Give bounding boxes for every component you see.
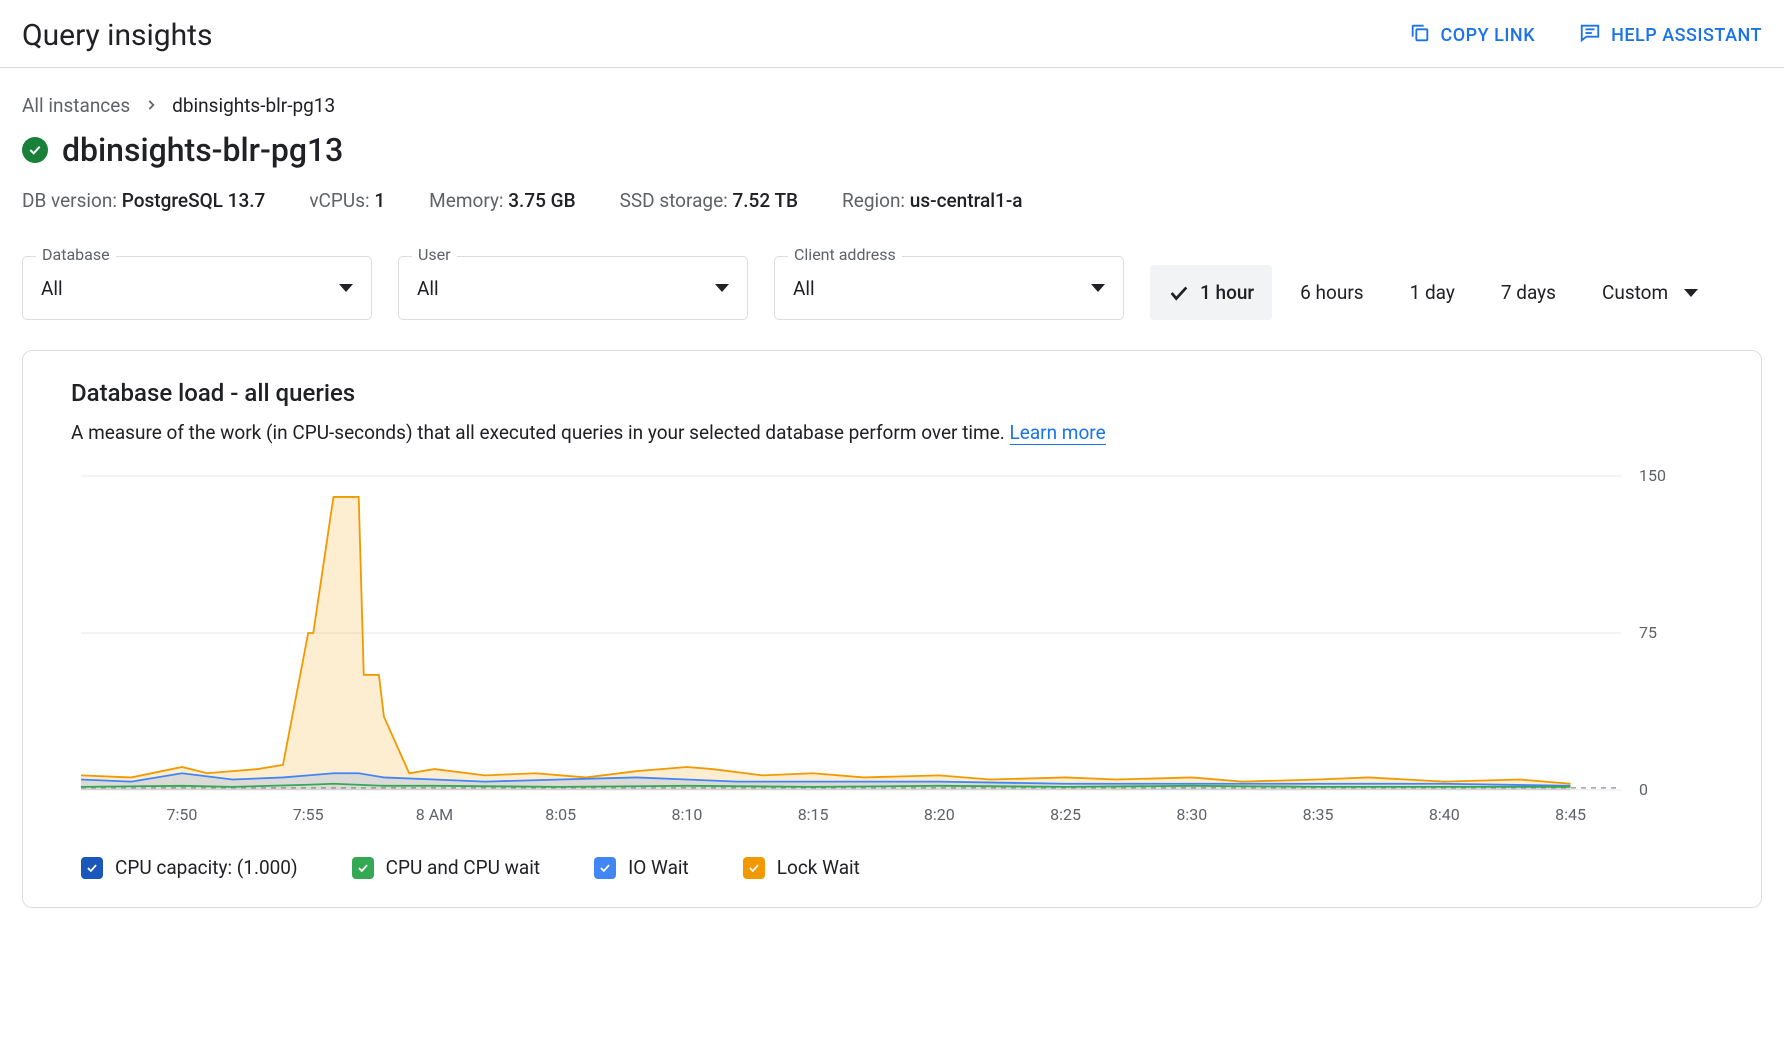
svg-text:8:10: 8:10 bbox=[671, 805, 702, 824]
checkbox-icon bbox=[352, 857, 374, 879]
breadcrumb-root[interactable]: All instances bbox=[22, 94, 130, 117]
dropdown-icon bbox=[715, 284, 729, 292]
checkbox-icon bbox=[81, 857, 103, 879]
meta-memory: Memory: 3.75 GB bbox=[429, 189, 575, 212]
meta-vcpus: vCPUs: 1 bbox=[309, 189, 385, 212]
svg-text:8:45: 8:45 bbox=[1555, 805, 1586, 824]
svg-text:8 AM: 8 AM bbox=[416, 805, 453, 824]
time-range-custom[interactable]: Custom bbox=[1584, 265, 1716, 320]
meta-region: Region: us-central1-a bbox=[842, 189, 1023, 212]
dropdown-icon bbox=[339, 284, 353, 292]
learn-more-link[interactable]: Learn more bbox=[1010, 421, 1106, 445]
breadcrumb: All instances dbinsights-blr-pg13 bbox=[22, 94, 1762, 117]
chart-legend: CPU capacity: (1.000) CPU and CPU wait I… bbox=[71, 856, 1725, 879]
meta-storage: SSD storage: 7.52 TB bbox=[620, 189, 798, 212]
svg-text:8:20: 8:20 bbox=[924, 805, 955, 824]
legend-io-wait[interactable]: IO Wait bbox=[594, 856, 689, 879]
checkbox-icon bbox=[743, 857, 765, 879]
time-range-1-hour[interactable]: 1 hour bbox=[1150, 265, 1272, 320]
database-filter-label: Database bbox=[36, 245, 116, 264]
dropdown-icon bbox=[1684, 289, 1698, 297]
help-assistant-button[interactable]: HELP ASSISTANT bbox=[1579, 22, 1762, 49]
svg-text:8:25: 8:25 bbox=[1050, 805, 1081, 824]
help-assistant-label: HELP ASSISTANT bbox=[1611, 25, 1762, 46]
instance-name: dbinsights-blr-pg13 bbox=[62, 131, 343, 169]
legend-cpu-and-wait[interactable]: CPU and CPU wait bbox=[352, 856, 540, 879]
chevron-right-icon bbox=[144, 94, 158, 117]
client-address-filter-label: Client address bbox=[788, 245, 902, 264]
instance-meta: DB version: PostgreSQL 13.7 vCPUs: 1 Mem… bbox=[22, 189, 1762, 212]
meta-db-version: DB version: PostgreSQL 13.7 bbox=[22, 189, 265, 212]
client-address-filter-value: All bbox=[793, 277, 815, 300]
user-filter-value: All bbox=[417, 277, 439, 300]
database-load-card: Database load - all queries A measure of… bbox=[22, 350, 1762, 908]
database-filter-value: All bbox=[41, 277, 63, 300]
top-actions: COPY LINK HELP ASSISTANT bbox=[1409, 22, 1763, 49]
card-title: Database load - all queries bbox=[71, 379, 1725, 407]
svg-text:8:30: 8:30 bbox=[1176, 805, 1207, 824]
svg-text:150: 150 bbox=[1639, 470, 1666, 485]
legend-lock-wait[interactable]: Lock Wait bbox=[743, 856, 860, 879]
svg-text:7:55: 7:55 bbox=[293, 805, 324, 824]
time-range-7-days[interactable]: 7 days bbox=[1483, 265, 1574, 320]
copy-link-button[interactable]: COPY LINK bbox=[1409, 22, 1536, 49]
svg-text:8:05: 8:05 bbox=[545, 805, 576, 824]
svg-text:8:15: 8:15 bbox=[798, 805, 829, 824]
svg-text:0: 0 bbox=[1639, 780, 1648, 799]
topbar: Query insights COPY LINK HELP ASSISTANT bbox=[0, 0, 1784, 68]
time-range-group: 1 hour 6 hours 1 day 7 days Custom bbox=[1150, 265, 1716, 320]
time-range-1-day[interactable]: 1 day bbox=[1392, 265, 1473, 320]
svg-text:75: 75 bbox=[1639, 623, 1657, 642]
legend-cpu-capacity[interactable]: CPU capacity: (1.000) bbox=[81, 856, 298, 879]
checkbox-icon bbox=[594, 857, 616, 879]
database-filter[interactable]: Database All bbox=[22, 256, 372, 320]
status-ok-icon bbox=[22, 137, 48, 163]
chat-icon bbox=[1579, 22, 1601, 49]
instance-header: dbinsights-blr-pg13 bbox=[22, 131, 1762, 169]
filters-row: Database All User All Client address All bbox=[22, 256, 1762, 320]
user-filter[interactable]: User All bbox=[398, 256, 748, 320]
dropdown-icon bbox=[1091, 284, 1105, 292]
copy-link-icon bbox=[1409, 22, 1431, 49]
svg-text:8:35: 8:35 bbox=[1303, 805, 1334, 824]
client-address-filter[interactable]: Client address All bbox=[774, 256, 1124, 320]
breadcrumb-current: dbinsights-blr-pg13 bbox=[172, 94, 335, 117]
time-range-6-hours[interactable]: 6 hours bbox=[1282, 265, 1381, 320]
card-description: A measure of the work (in CPU-seconds) t… bbox=[71, 421, 1725, 444]
svg-text:8:40: 8:40 bbox=[1429, 805, 1460, 824]
user-filter-label: User bbox=[412, 245, 457, 264]
copy-link-label: COPY LINK bbox=[1441, 25, 1536, 46]
checkmark-icon bbox=[1168, 282, 1190, 304]
database-load-chart: 0 75 150 7:50 7:55 8 AM 8:05 8:10 8:15 8:20 8:25 8:… bbox=[71, 470, 1725, 830]
svg-text:7:50: 7:50 bbox=[167, 805, 198, 824]
page-title: Query insights bbox=[22, 18, 212, 53]
